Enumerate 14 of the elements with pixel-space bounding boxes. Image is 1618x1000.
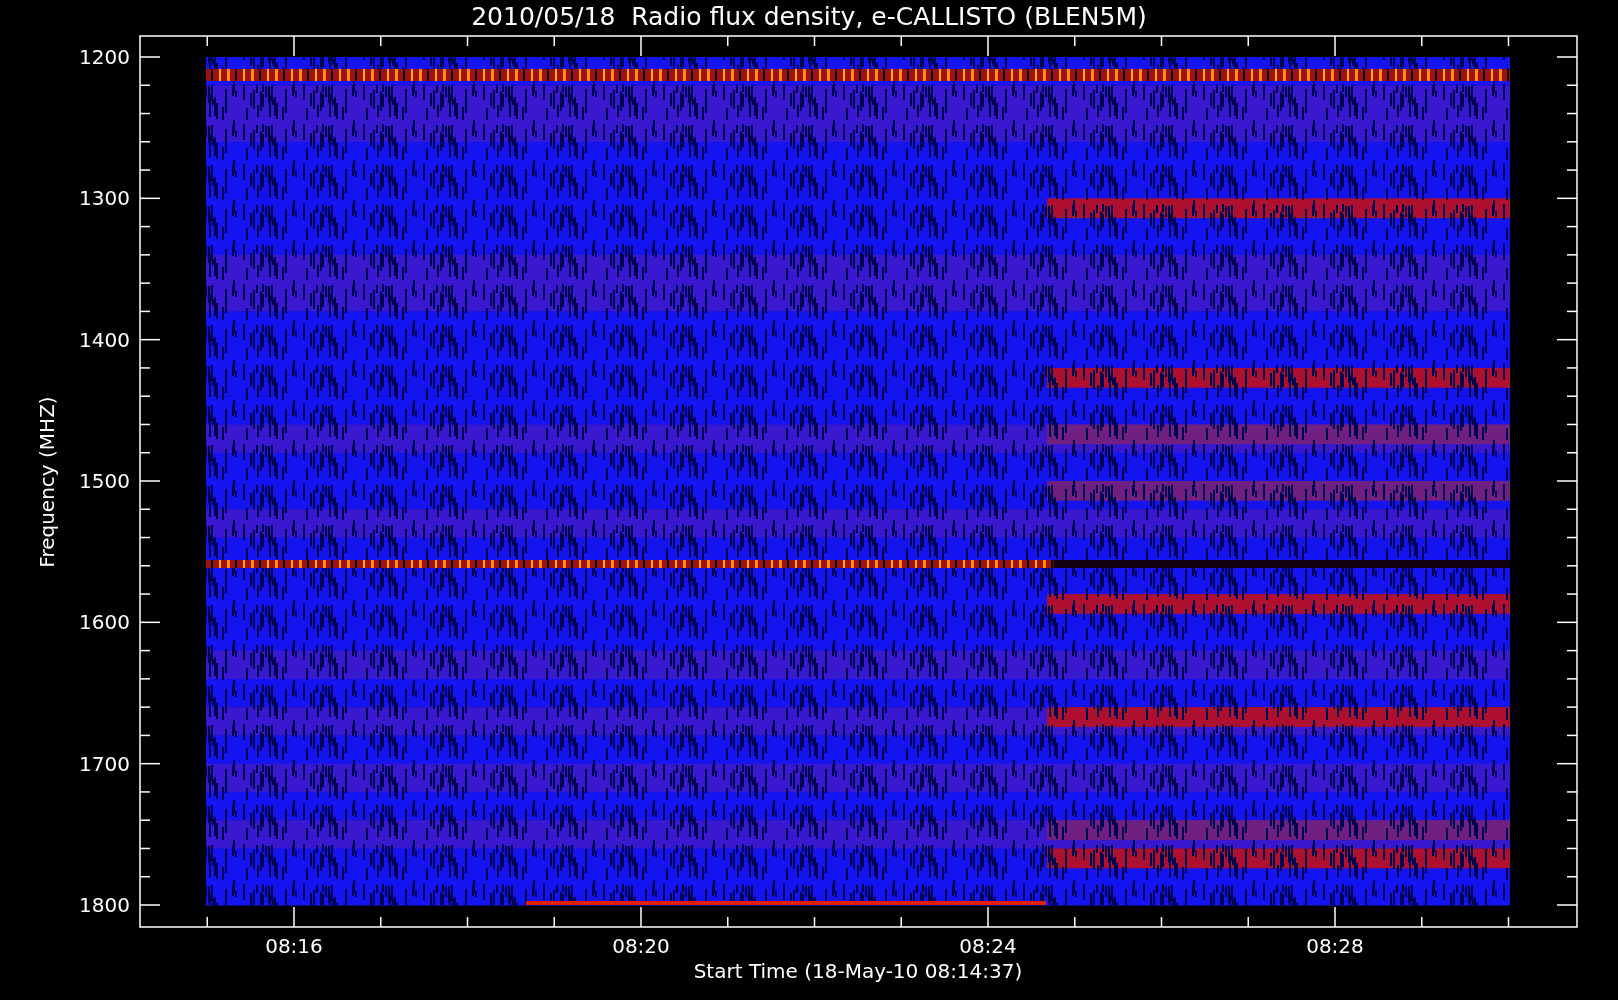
- x-tick-label: 08:16: [265, 934, 323, 958]
- y-tick-label: 1300: [79, 186, 130, 211]
- chart-title: 2010/05/18 Radio flux density, e-CALLISTO (BLEN5M): [471, 2, 1147, 31]
- y-tick-label: 1700: [79, 751, 130, 776]
- y-tick-label: 1200: [79, 45, 130, 69]
- x-tick-label: 08:20: [612, 934, 670, 958]
- x-axis-label: Start Time (18-May-10 08:14:37): [693, 959, 1023, 983]
- y-tick-label: 1500: [79, 469, 130, 493]
- x-tick-label: 08:28: [1306, 934, 1364, 958]
- y-tick-label: 1800: [79, 893, 130, 917]
- y-axis-label: Frequency (MHZ): [35, 396, 59, 568]
- y-tick-label: 1600: [79, 610, 130, 635]
- x-tick-label: 08:24: [959, 934, 1017, 958]
- y-tick-label: 1400: [79, 327, 130, 352]
